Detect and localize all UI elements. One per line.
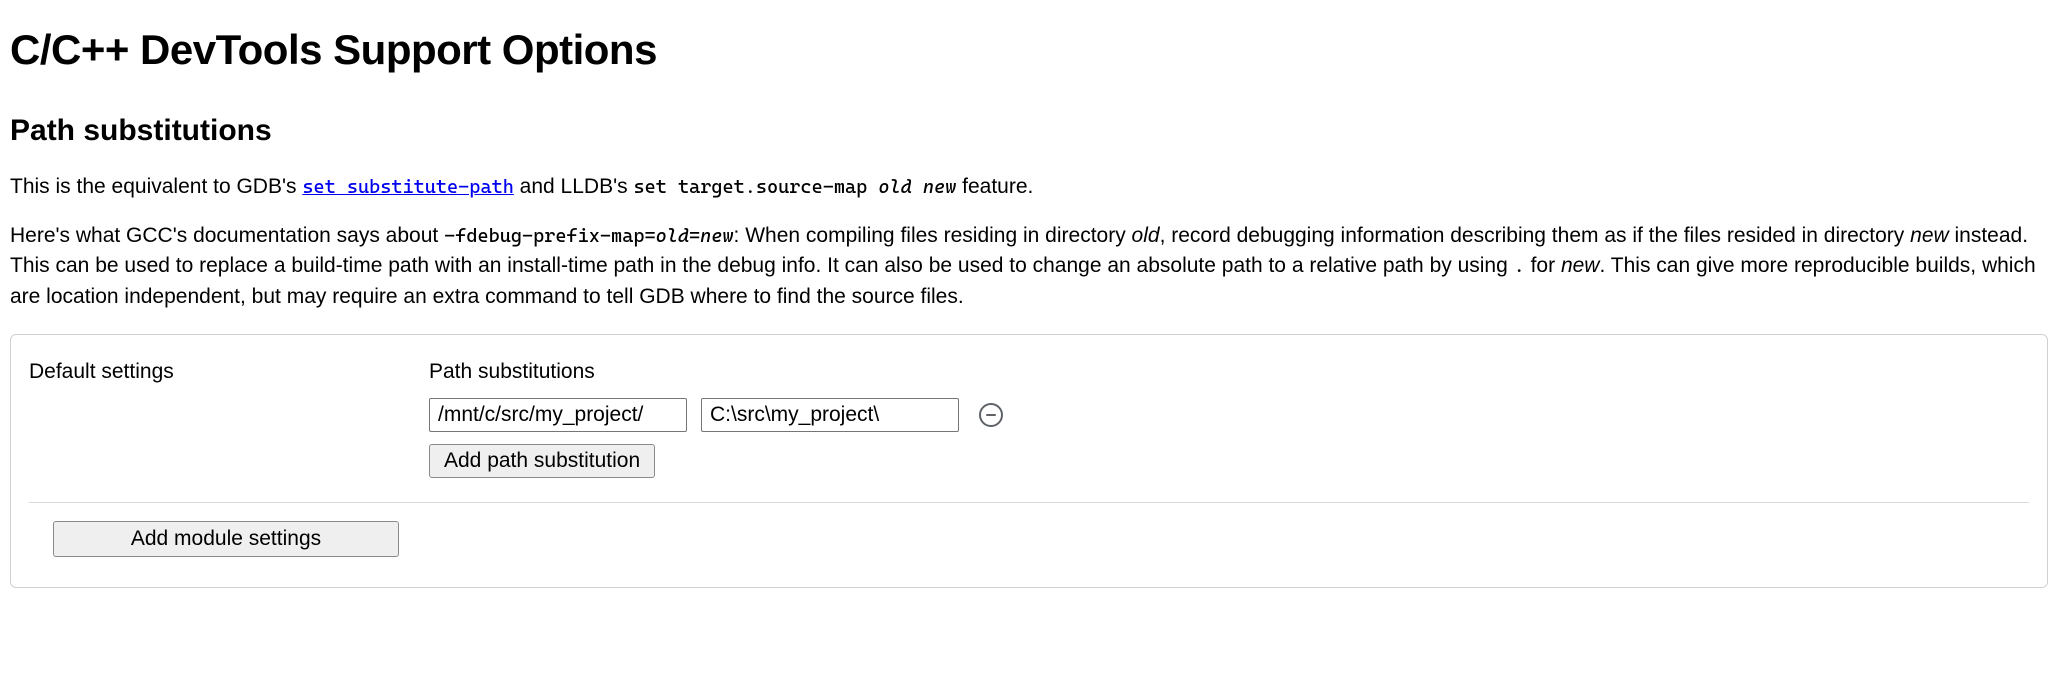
path-to-input[interactable] — [701, 398, 959, 432]
gcc-p2d: for — [1525, 254, 1561, 277]
lldb-old-arg: old — [878, 176, 911, 198]
gcc-p2b: , record debugging information describin… — [1160, 224, 1911, 247]
gcc-old2: old — [1132, 224, 1160, 247]
gcc-flag-new: new — [700, 225, 733, 247]
default-settings-label: Default settings — [29, 357, 429, 387]
path-substitution-row — [429, 398, 2029, 432]
page-title: C/C++ DevTools Support Options — [10, 20, 2048, 81]
intro-suffix: feature. — [956, 175, 1033, 198]
intro-paragraph: This is the equivalent to GDB's set subs… — [10, 172, 2048, 202]
lldb-command-prefix: set target.source-map — [633, 176, 878, 198]
intro-mid: and LLDB's — [514, 175, 634, 198]
gcc-flag-old: old — [656, 225, 689, 247]
gcc-paragraph: Here's what GCC's documentation says abo… — [10, 221, 2048, 312]
gcc-p2a: : When compiling files residing in direc… — [734, 224, 1132, 247]
gcc-flag-prefix: -fdebug-prefix-map= — [444, 225, 656, 247]
lldb-space — [912, 176, 923, 198]
lldb-new-arg: new — [923, 176, 956, 198]
add-module-settings-button[interactable]: Add module settings — [53, 521, 399, 557]
gcc-p1: Here's what GCC's documentation says abo… — [10, 224, 444, 247]
intro-prefix: This is the equivalent to GDB's — [10, 175, 302, 198]
gdb-set-substitute-path-link[interactable]: set substitute-path — [302, 176, 514, 198]
remove-icon[interactable] — [979, 403, 1003, 427]
settings-panel: Default settings Path substitutions Add … — [10, 334, 2048, 587]
gcc-dot: . — [1514, 255, 1525, 277]
add-path-substitution-button[interactable]: Add path substitution — [429, 444, 655, 478]
path-substitutions-subhead: Path substitutions — [429, 357, 2029, 387]
divider — [29, 502, 2029, 503]
path-from-input[interactable] — [429, 398, 687, 432]
gcc-new2: new — [1910, 224, 1949, 247]
gcc-new3: new — [1561, 254, 1600, 277]
section-heading: Path substitutions — [10, 109, 2048, 153]
gcc-flag-eq: = — [689, 225, 700, 247]
